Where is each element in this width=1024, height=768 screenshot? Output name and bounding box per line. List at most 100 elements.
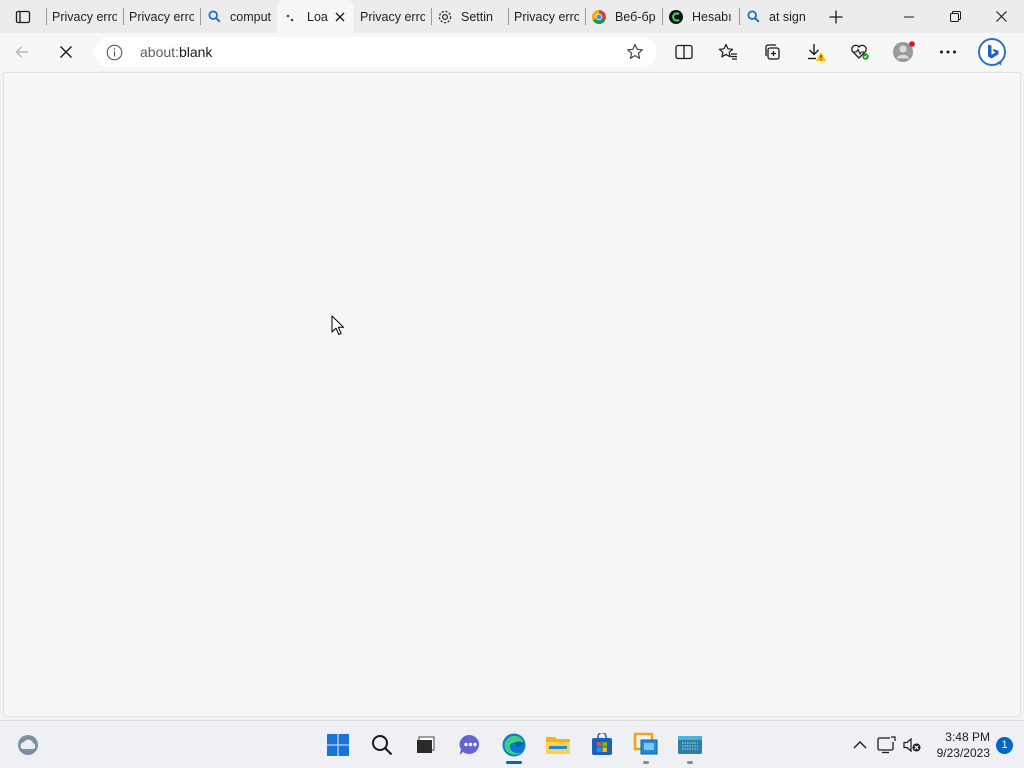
- start-icon: [327, 734, 349, 756]
- tab-title: Settin: [461, 9, 493, 24]
- tab-title: Privacy erro: [360, 9, 425, 24]
- split-screen-button[interactable]: [662, 36, 706, 68]
- volume-network-button[interactable]: [899, 730, 925, 760]
- search-icon: [372, 735, 393, 756]
- terminal-icon: [678, 736, 702, 754]
- tab-title: Privacy error: [52, 9, 117, 24]
- tab-actions-icon: [15, 10, 31, 23]
- search-icon: [745, 9, 761, 25]
- toolbar-right: [662, 36, 1014, 68]
- start-button[interactable]: [316, 725, 360, 765]
- split-screen-icon: [675, 44, 693, 60]
- tab-loading-active[interactable]: Loa: [277, 0, 354, 33]
- file-explorer-icon: [546, 737, 570, 754]
- copilot-button[interactable]: [970, 36, 1014, 68]
- minimize-icon: [904, 16, 914, 17]
- terminal-taskbar-button[interactable]: [668, 725, 712, 765]
- green-logo-icon: [668, 9, 684, 25]
- chrome-icon: [591, 9, 607, 25]
- tab-title: at sign: [769, 9, 806, 24]
- file-icon: [417, 736, 435, 753]
- taskbar: 3:48 PM 9/23/2023 1: [0, 720, 1024, 768]
- remote-desktop-taskbar-button[interactable]: [624, 725, 668, 765]
- downloads-button[interactable]: [794, 36, 838, 68]
- taskbar-search-button[interactable]: [360, 725, 404, 765]
- favorites-button[interactable]: [706, 36, 750, 68]
- collections-button[interactable]: [750, 36, 794, 68]
- store-taskbar-button[interactable]: [580, 725, 624, 765]
- add-favorite-star-icon[interactable]: [622, 43, 644, 61]
- tab-privacy-error-2[interactable]: Privacy error: [123, 0, 200, 33]
- remote-desktop-icon: [633, 732, 658, 755]
- close-icon: [60, 46, 72, 58]
- system-tray: 3:48 PM 9/23/2023 1: [847, 721, 1024, 768]
- avatar: [893, 41, 915, 62]
- url-scheme: about:: [140, 44, 179, 60]
- new-tab-button[interactable]: [818, 0, 854, 33]
- tab-settings[interactable]: Settin: [431, 0, 508, 33]
- bing-chat-icon: [978, 38, 1006, 66]
- tab-title: Privacy erro: [514, 9, 579, 24]
- weather-widget-icon: [18, 735, 38, 755]
- task-view-button[interactable]: [404, 725, 448, 765]
- address-text[interactable]: about:blank: [140, 44, 622, 60]
- tab-title: Hesabı: [692, 9, 732, 24]
- window-controls: [886, 0, 1024, 33]
- tab-search-at-sign[interactable]: at sign: [739, 0, 816, 33]
- clock[interactable]: 3:48 PM 9/23/2023: [937, 729, 990, 761]
- file-explorer-taskbar-button[interactable]: [536, 725, 580, 765]
- close-tab-icon[interactable]: [332, 9, 348, 25]
- search-icon: [206, 9, 222, 25]
- stop-loading-button[interactable]: [44, 36, 88, 68]
- restore-icon: [949, 11, 961, 22]
- tab-title: Веб-бр: [615, 9, 656, 24]
- collections-icon: [765, 44, 780, 60]
- tab-title: comput: [230, 9, 271, 24]
- back-arrow-icon: [15, 46, 28, 58]
- tab-strip: Privacy error Privacy error comput Loa P…: [0, 0, 1024, 33]
- back-button[interactable]: [0, 36, 44, 68]
- settings-more-button[interactable]: [926, 36, 970, 68]
- tab-web-browser[interactable]: Веб-бр: [585, 0, 662, 33]
- more-dots-icon: [940, 50, 956, 54]
- running-indicator: [506, 761, 522, 764]
- widgets-button[interactable]: [14, 733, 42, 757]
- profile-button[interactable]: [882, 36, 926, 68]
- info-icon[interactable]: [106, 44, 128, 61]
- gear-icon: [437, 9, 453, 25]
- tab-hesabi[interactable]: Hesabı: [662, 0, 739, 33]
- tab-actions-menu-button[interactable]: [0, 0, 46, 33]
- chat-icon: [459, 734, 480, 755]
- url-path: blank: [178, 44, 213, 60]
- edge-icon: [502, 733, 526, 757]
- edge-taskbar-button[interactable]: [492, 725, 536, 765]
- page-content-blank[interactable]: [3, 72, 1021, 717]
- performance-button[interactable]: [838, 36, 882, 68]
- close-window-button[interactable]: [978, 0, 1024, 33]
- restore-button[interactable]: [932, 0, 978, 33]
- teams-chat-button[interactable]: [448, 725, 492, 765]
- tab-privacy-error-1[interactable]: Privacy error: [46, 0, 123, 33]
- chevron-up-icon: [853, 741, 867, 749]
- speaker-muted-icon: [903, 737, 921, 753]
- plus-icon: [829, 10, 843, 23]
- tab-privacy-error-3[interactable]: Privacy erro: [354, 0, 431, 33]
- favorites-icon: [718, 43, 737, 60]
- taskbar-apps: [316, 725, 712, 765]
- mouse-cursor-icon: [331, 315, 345, 335]
- notification-badge[interactable]: 1: [996, 736, 1013, 754]
- display-tray-button[interactable]: [873, 730, 899, 760]
- tab-search-computer[interactable]: comput: [200, 0, 277, 33]
- running-indicator: [687, 761, 693, 764]
- close-icon: [995, 11, 1007, 22]
- running-indicator: [643, 761, 649, 764]
- tab-privacy-error-4[interactable]: Privacy erro: [508, 0, 585, 33]
- address-bar[interactable]: about:blank: [94, 37, 656, 67]
- show-hidden-icons-button[interactable]: [847, 730, 873, 760]
- heart-pulse-icon: [851, 44, 869, 60]
- download-warning-icon: [808, 44, 826, 61]
- tab-title: Loa: [307, 9, 328, 24]
- minimize-button[interactable]: [886, 0, 932, 33]
- store-icon: [592, 733, 612, 755]
- browser-toolbar: about:blank: [0, 33, 1024, 71]
